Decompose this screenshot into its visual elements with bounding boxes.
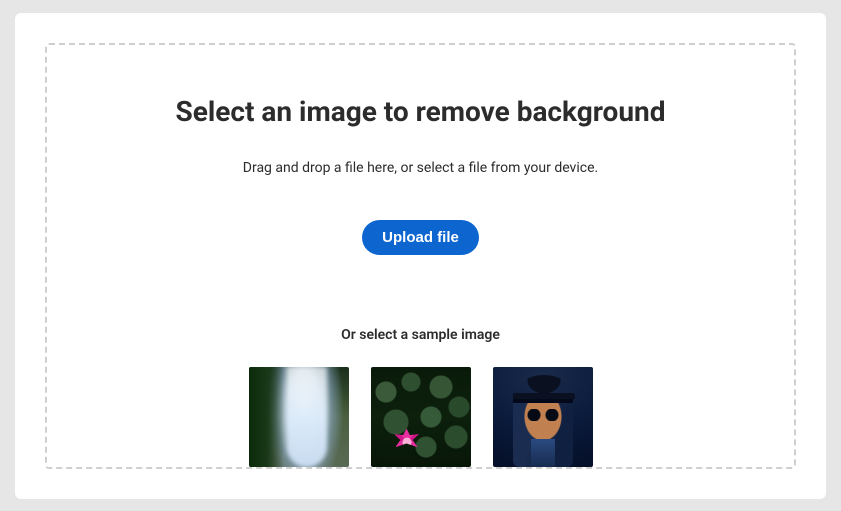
upload-card: Select an image to remove background Dra…: [15, 13, 826, 499]
upload-file-button[interactable]: Upload file: [362, 220, 479, 255]
page-subtitle: Drag and drop a file here, or select a f…: [243, 160, 598, 176]
sample-images-row: [249, 367, 593, 467]
sample-image-waterfall[interactable]: [249, 367, 349, 467]
sample-image-lotus[interactable]: [371, 367, 471, 467]
sample-image-man[interactable]: [493, 367, 593, 467]
page-title: Select an image to remove background: [176, 95, 666, 128]
decorative-glasses: [525, 409, 561, 421]
dropzone[interactable]: Select an image to remove background Dra…: [45, 43, 796, 469]
decorative-shirt: [531, 439, 555, 467]
sample-images-label: Or select a sample image: [341, 327, 500, 343]
